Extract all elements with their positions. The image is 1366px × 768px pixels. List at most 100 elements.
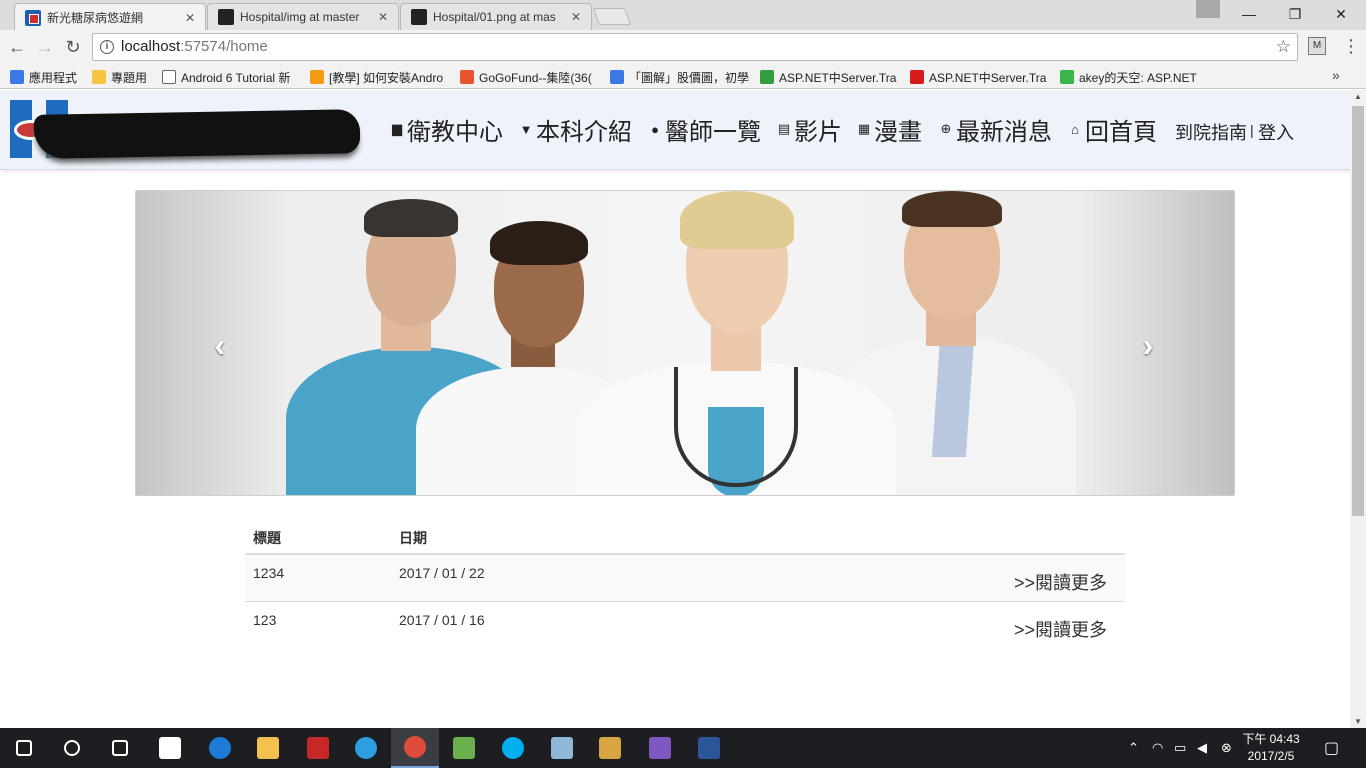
address-path: :57574/home — [180, 38, 268, 55]
nav-item-1[interactable]: ▆ 衛教中心 — [390, 114, 503, 146]
nav-item-label: 最新消息 — [956, 118, 1052, 146]
taskbar-button[interactable] — [685, 728, 733, 768]
close-icon[interactable]: ✕ — [569, 10, 583, 24]
back-arrow-icon[interactable]: ← — [6, 36, 28, 58]
news-date: 2017 / 01 / 16 — [399, 611, 485, 628]
nav-link-login[interactable]: 登入 — [1258, 119, 1294, 145]
taskbar-button[interactable] — [586, 728, 634, 768]
bookmark-item[interactable]: akey的天空: ASP.NET — [1060, 68, 1200, 86]
tab-github-png[interactable]: Hospital/01.png at mas ✕ — [400, 3, 592, 30]
taskbar-button[interactable] — [342, 728, 390, 768]
address-host: localhost — [121, 38, 181, 55]
news-table-header: 標題 日期 — [245, 522, 1125, 555]
page-viewport: ▆ 衛教中心 ▼ 本科介紹 ● 醫師一覽 ▤ 影片 ▦ 漫畫 ⊕ 最新消息 ⌂ 回首頁 到院指南 | 登入 — [0, 90, 1350, 728]
nav-item-3[interactable]: ● 醫師一覽 — [648, 114, 761, 146]
bookmark-label: GoGoFund--集陸(36( — [479, 70, 592, 85]
carousel-photo — [136, 191, 1234, 495]
volume-icon[interactable]: ◀ — [1197, 740, 1207, 756]
taskbar-button[interactable] — [294, 728, 342, 768]
menu-dots-icon[interactable]: ⋮ — [1342, 35, 1360, 57]
read-more-link[interactable]: >>閱讀更多 — [691, 554, 1125, 602]
bookmark-item[interactable]: 專題用 — [92, 68, 154, 86]
tab-title: Hospital/img at master — [240, 10, 360, 24]
taskbar-button[interactable] — [391, 728, 439, 768]
film-icon: ▤ — [777, 121, 791, 136]
tablet-icon — [551, 737, 573, 759]
windows-start-icon — [16, 740, 32, 756]
nav-item-6[interactable]: ⊕ 最新消息 — [939, 114, 1052, 146]
new-tab-button[interactable] — [592, 8, 632, 25]
bookmark-item[interactable]: ASP.NET中Server.Tra — [760, 68, 900, 86]
tab-hospital-site[interactable]: 新光糖尿病悠遊網 ✕ — [14, 3, 206, 31]
taskbar-button[interactable] — [0, 728, 48, 768]
bookmarks-overflow-icon[interactable]: » — [1332, 67, 1340, 83]
taskbar-button[interactable] — [146, 728, 194, 768]
user-profile-icon[interactable] — [1196, 0, 1220, 18]
taskbar-button[interactable] — [636, 728, 684, 768]
scrollbar-thumb[interactable] — [1352, 106, 1364, 516]
taskbar-button[interactable] — [96, 728, 144, 768]
info-icon[interactable]: i — [100, 40, 114, 54]
taskbar-button[interactable] — [48, 728, 96, 768]
bookmark-item[interactable]: GoGoFund--集陸(36( — [460, 68, 600, 86]
bookmark-label: ASP.NET中Server.Tra — [779, 70, 897, 85]
action-center-icon[interactable]: ▢ — [1324, 738, 1339, 758]
bookmark-item[interactable]: 應用程式 — [10, 68, 84, 86]
nav-item-2[interactable]: ▼ 本科介紹 — [519, 114, 632, 146]
extension-icon[interactable]: M — [1308, 37, 1326, 55]
window-close-button[interactable]: ✕ — [1318, 0, 1364, 28]
nav-item-7[interactable]: ⌂ 回首頁 — [1068, 114, 1157, 146]
taskbar-button[interactable] — [538, 728, 586, 768]
internet-explorer-icon — [355, 737, 377, 759]
g-icon — [460, 70, 474, 84]
store-icon — [159, 737, 181, 759]
nav-link-guide[interactable]: 到院指南 — [1175, 119, 1247, 145]
edit-icon — [610, 70, 624, 84]
taskbar-clock[interactable]: 下午 04:43 2017/2/5 — [1238, 731, 1304, 765]
scroll-up-icon[interactable]: ▲ — [1350, 92, 1366, 101]
chevron-up-icon[interactable]: ⌃ — [1128, 740, 1139, 756]
taskbar-button[interactable] — [244, 728, 292, 768]
bookmark-star-icon[interactable]: ☆ — [1276, 34, 1291, 60]
column-header-date: 日期 — [391, 522, 691, 555]
reload-icon[interactable]: ↻ — [62, 36, 84, 58]
close-icon[interactable]: ✕ — [183, 11, 197, 25]
bookmark-item[interactable]: ASP.NET中Server.Tra — [910, 68, 1050, 86]
github-icon — [218, 9, 234, 25]
nav-item-label: 醫師一覽 — [665, 118, 761, 146]
carousel-prev-icon[interactable]: ‹ — [208, 329, 232, 361]
carousel-next-icon[interactable]: › — [1136, 329, 1160, 361]
bookmark-item[interactable]: 「圖解」股價圖，初學 — [610, 68, 750, 86]
nav-separator: | — [1250, 122, 1254, 138]
browser-tab-strip: 新光糖尿病悠遊網 ✕ Hospital/img at master ✕ Hosp… — [0, 0, 1366, 31]
battery-icon[interactable]: ▭ — [1174, 740, 1186, 756]
forward-arrow-icon[interactable]: → — [34, 36, 56, 58]
nav-item-4[interactable]: ▤ 影片 — [777, 114, 842, 146]
taskbar-button[interactable] — [489, 728, 537, 768]
doctor-figure — [576, 191, 896, 495]
minimize-button[interactable]: — — [1226, 0, 1272, 28]
scroll-down-icon[interactable]: ▼ — [1350, 717, 1366, 726]
network-icon[interactable]: ◠ — [1152, 740, 1163, 756]
bookmark-label: 專題用 — [111, 70, 148, 85]
bookmarks-bar: 應用程式 專題用 Android 6 Tutorial 新 [教學] 如何安裝Andr… — [0, 64, 1366, 89]
page-scrollbar[interactable]: ▲ ▼ — [1350, 90, 1366, 728]
read-more-link[interactable]: >>閱讀更多 — [691, 601, 1125, 648]
column-header-title: 標題 — [245, 522, 391, 555]
paint-icon — [599, 737, 621, 759]
address-bar[interactable]: i localhost:57574/home ☆ — [92, 33, 1298, 61]
bookmark-item[interactable]: [教學] 如何安裝Andro — [310, 68, 450, 86]
close-icon[interactable]: ✕ — [376, 10, 390, 24]
nav-item-5[interactable]: ▦ 漫畫 — [857, 114, 922, 146]
bookmark-item[interactable]: Android 6 Tutorial 新 — [162, 68, 302, 86]
tab-github-img[interactable]: Hospital/img at master ✕ — [207, 3, 399, 30]
s-icon — [760, 70, 774, 84]
notification-dismiss-icon[interactable]: ⊗ — [1221, 740, 1232, 756]
file-explorer-icon — [257, 737, 279, 759]
taskbar-button[interactable] — [196, 728, 244, 768]
taskbar-button[interactable] — [440, 728, 488, 768]
maximize-button[interactable]: ❐ — [1272, 0, 1318, 28]
site-navbar: ▆ 衛教中心 ▼ 本科介紹 ● 醫師一覽 ▤ 影片 ▦ 漫畫 ⊕ 最新消息 ⌂ 回首頁 到院指南 | 登入 — [0, 90, 1350, 170]
site-logo[interactable] — [10, 100, 362, 160]
browser-toolbar: ← → ↻ i localhost:57574/home ☆ M ⋮ — [0, 30, 1366, 64]
